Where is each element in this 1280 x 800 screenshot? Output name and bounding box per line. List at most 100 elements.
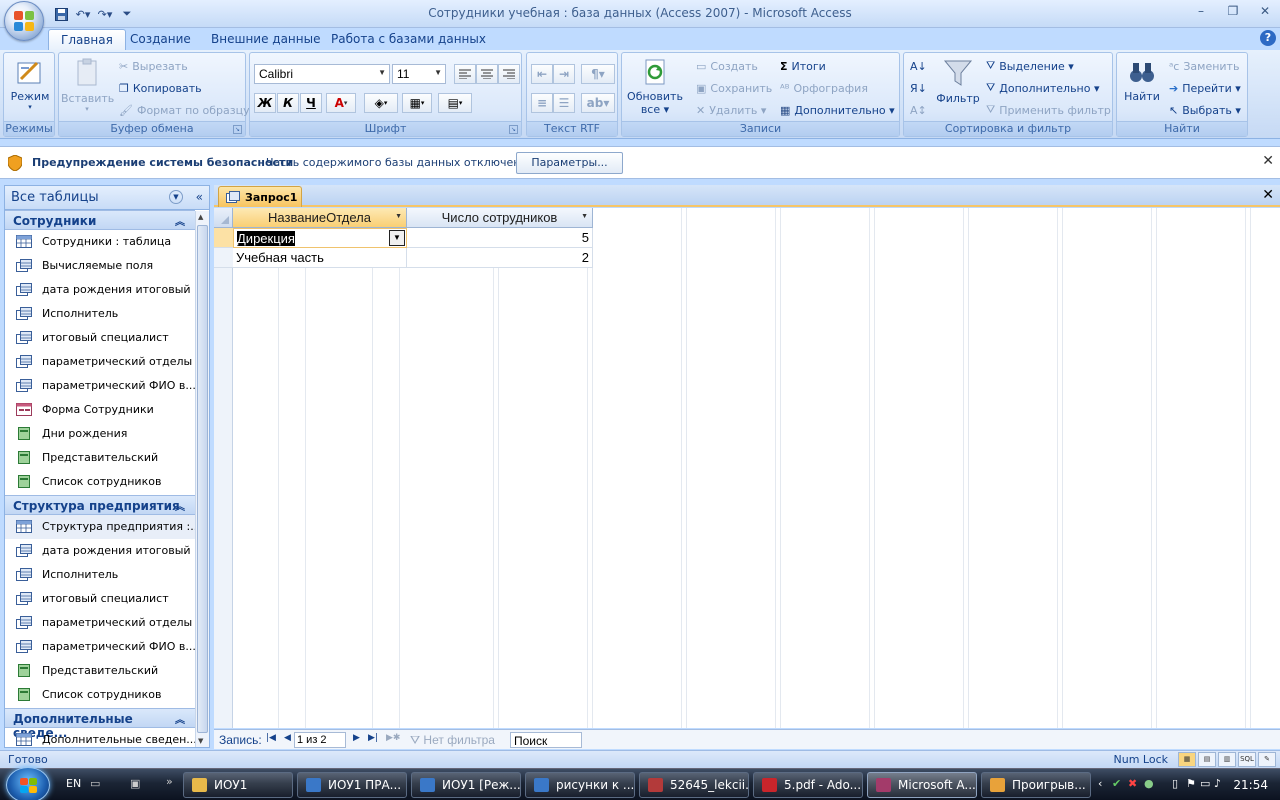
tab-create[interactable]: Создание xyxy=(118,29,203,50)
nav-section-header[interactable]: Структура предприятия ︽ xyxy=(5,495,195,515)
column-header[interactable]: НазваниеОтдела ▼ xyxy=(233,208,407,228)
minimize-icon[interactable]: – xyxy=(1190,4,1212,20)
customize-qat-icon[interactable]: ⏷ xyxy=(118,6,136,22)
quicklaunch-icon[interactable]: ▣ xyxy=(130,777,140,790)
italic-button[interactable]: К xyxy=(277,93,299,113)
tray-display-icon[interactable]: ▭ xyxy=(1200,777,1210,790)
nav-item[interactable]: Дни рождения xyxy=(5,422,195,446)
bullets-icon[interactable]: ☰ xyxy=(553,93,575,113)
nav-item[interactable]: параметрический отделы xyxy=(5,350,195,374)
pivot-table-view-icon[interactable]: ▤ xyxy=(1198,752,1216,767)
taskbar-button[interactable]: Проигрыв... xyxy=(981,772,1091,798)
clear-sort-icon[interactable]: A↕ xyxy=(910,100,927,120)
tab-database-tools[interactable]: Работа с базами данных xyxy=(319,29,498,50)
chevron-down-icon[interactable]: ▼ xyxy=(395,213,402,220)
nav-item[interactable]: Исполнитель xyxy=(5,302,195,326)
close-icon[interactable]: ✕ xyxy=(1254,4,1276,20)
nav-item[interactable]: Представительский xyxy=(5,446,195,470)
save-icon[interactable] xyxy=(52,6,70,22)
nav-item[interactable]: итоговый специалист xyxy=(5,587,195,611)
toggle-filter-button[interactable]: ⛛ Применить фильтр xyxy=(986,100,1111,120)
tab-home[interactable]: Главная xyxy=(48,29,126,50)
advanced-filter-button[interactable]: ⛛ Дополнительно ▾ xyxy=(986,78,1100,98)
paragraph-direction-icon[interactable]: ¶▾ xyxy=(581,64,615,84)
tray-battery-icon[interactable]: ▯ xyxy=(1172,777,1178,790)
scroll-up-icon[interactable]: ▲ xyxy=(198,213,203,221)
nav-item[interactable]: Вычисляемые поля xyxy=(5,254,195,278)
next-record-icon[interactable]: ▶ xyxy=(353,733,360,743)
tray-app-icon[interactable]: ● xyxy=(1144,777,1154,790)
close-icon[interactable]: ✕ xyxy=(1262,153,1274,169)
nav-header[interactable]: Все таблицы ▼ « xyxy=(5,186,209,210)
nav-item[interactable]: Форма Сотрудники xyxy=(5,398,195,422)
taskbar-button[interactable]: Microsoft A... xyxy=(867,772,977,798)
start-button[interactable] xyxy=(6,767,50,800)
dialog-launcher-icon[interactable]: ↘ xyxy=(233,125,242,134)
numbering-icon[interactable]: ≡ xyxy=(531,93,553,113)
select-all-corner[interactable] xyxy=(214,208,233,228)
redo-icon[interactable]: ↷▾ xyxy=(96,6,114,22)
office-button[interactable] xyxy=(4,1,44,41)
pivot-chart-view-icon[interactable]: ▥ xyxy=(1218,752,1236,767)
taskbar-button[interactable]: ИОУ1 ПРА... xyxy=(297,772,407,798)
nav-item[interactable]: параметрический отделы xyxy=(5,611,195,635)
scroll-down-icon[interactable]: ▼ xyxy=(198,737,203,745)
nav-item[interactable]: Список сотрудников xyxy=(5,470,195,494)
quicklaunch-more-icon[interactable]: » xyxy=(166,775,173,788)
nav-item[interactable]: дата рождения итоговый xyxy=(5,539,195,563)
underline-button[interactable]: Ч xyxy=(300,93,322,113)
column-header[interactable]: Число сотрудников ▼ xyxy=(407,208,593,228)
scroll-thumb[interactable] xyxy=(197,225,208,733)
find-button[interactable]: Найти xyxy=(1119,57,1165,103)
nav-section-header[interactable]: Дополнительные сведе... ︽ xyxy=(5,708,195,740)
selection-button[interactable]: ⛛ Выделение ▾ xyxy=(986,56,1074,76)
nav-item[interactable]: Исполнитель xyxy=(5,563,195,587)
fill-color-icon[interactable]: ◈ ▾ xyxy=(364,93,398,113)
goto-button[interactable]: ➔ Перейти ▾ xyxy=(1169,78,1241,98)
view-mode-button[interactable]: Режим ▾ xyxy=(7,57,53,111)
sort-descending-icon[interactable]: Я↓ xyxy=(910,78,927,98)
tab-external-data[interactable]: Внешние данные xyxy=(199,29,332,50)
tray-flag-icon[interactable]: ⚑ xyxy=(1186,777,1196,790)
nav-item[interactable]: параметрический ФИО в... xyxy=(5,374,195,398)
record-selector[interactable] xyxy=(214,228,233,248)
delete-record-button[interactable]: ✕ Удалить ▾ xyxy=(696,100,766,120)
chevron-up-icon[interactable]: ︽ xyxy=(175,213,185,228)
chevron-down-icon[interactable]: ▼ xyxy=(581,213,588,220)
tray-expand-icon[interactable]: ‹ xyxy=(1098,777,1102,790)
new-record-button[interactable]: ▭ Создать xyxy=(696,56,758,76)
chevron-down-icon[interactable]: ▼ xyxy=(169,190,183,204)
spelling-button[interactable]: ᴬᴮ Орфография xyxy=(780,78,868,98)
nav-scrollbar[interactable]: ▲ ▼ xyxy=(195,211,209,747)
highlight-icon[interactable]: ab▾ xyxy=(581,93,615,113)
last-record-icon[interactable]: ▶| xyxy=(368,733,378,743)
font-name-combo[interactable]: Calibri ▼ xyxy=(254,64,390,84)
nav-item[interactable]: итоговый специалист xyxy=(5,326,195,350)
alternate-fill-icon[interactable]: ▤ ▾ xyxy=(438,93,472,113)
combo-dropdown-icon[interactable]: ▼ xyxy=(389,230,405,246)
collapse-pane-icon[interactable]: « xyxy=(196,190,203,204)
new-record-icon[interactable]: ▶✱ xyxy=(386,733,400,743)
security-options-button[interactable]: Параметры... xyxy=(516,152,623,174)
nav-item[interactable]: дата рождения итоговый xyxy=(5,278,195,302)
record-position-input[interactable]: 1 из 2 xyxy=(294,732,346,748)
sql-view-icon[interactable]: SQL xyxy=(1238,752,1256,767)
table-cell[interactable]: Дирекция ▼ xyxy=(233,228,407,248)
nav-item[interactable]: Структура предприятия :... xyxy=(5,515,195,539)
paste-button[interactable]: Вставить ▾ xyxy=(61,57,114,113)
nav-item[interactable]: Дополнительные сведен... xyxy=(5,728,195,752)
show-desktop-icon[interactable]: ▭ xyxy=(90,777,100,790)
align-right-icon[interactable] xyxy=(498,64,520,84)
tray-antivirus-icon[interactable]: ✖ xyxy=(1128,777,1137,790)
refresh-all-button[interactable]: Обновить все ▾ xyxy=(624,57,686,116)
datasheet-view-icon[interactable]: ▦ xyxy=(1178,752,1196,767)
increase-indent-icon[interactable]: ⇥ xyxy=(553,64,575,84)
close-icon[interactable]: ✕ xyxy=(1262,187,1274,203)
volume-icon[interactable]: ♪ xyxy=(1214,777,1221,790)
taskbar-button[interactable]: ИОУ1 [Реж... xyxy=(411,772,521,798)
taskbar-button[interactable]: 52645_lekcii... xyxy=(639,772,749,798)
totals-button[interactable]: Σ Итоги xyxy=(780,56,826,76)
restore-icon[interactable]: ❐ xyxy=(1222,4,1244,20)
filter-status[interactable]: ⛛ Нет фильтра xyxy=(410,733,495,748)
search-input[interactable]: Поиск xyxy=(510,732,582,748)
